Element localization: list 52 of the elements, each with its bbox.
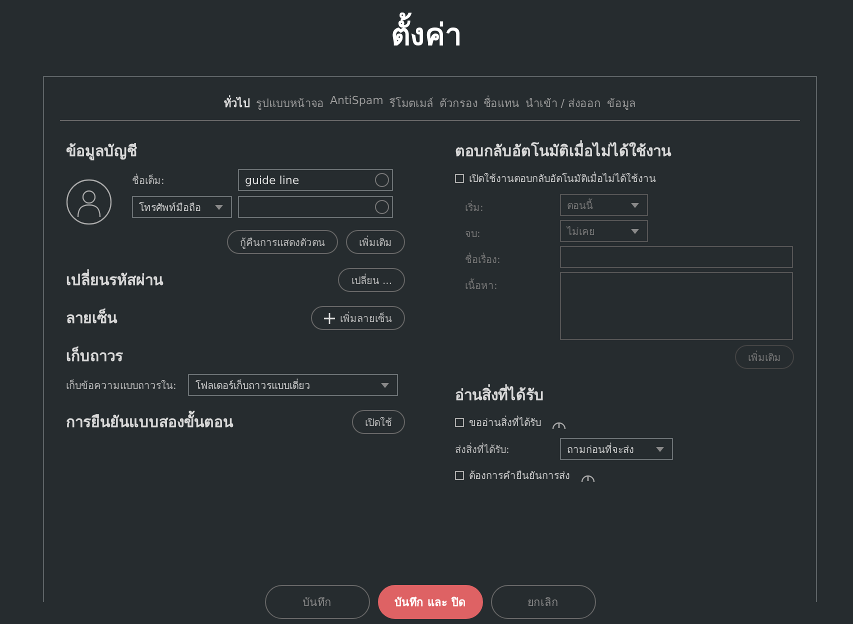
pill-button[interactable]: กู้คืนการแสดงตัวตน (227, 230, 338, 254)
checkbox-label: ต้องการคำยืนยันการส่ง (469, 470, 570, 483)
more-icon[interactable] (375, 200, 389, 214)
checkbox[interactable] (455, 471, 464, 480)
field-label: จบ: (464, 228, 482, 241)
caret-icon (631, 228, 639, 234)
caret-icon (631, 202, 639, 208)
save-close-button[interactable]: บันทึก และ ปิด (378, 585, 482, 619)
tab[interactable]: รีโมตเมล์ (389, 94, 434, 112)
tab[interactable]: ตัวกรอง (439, 94, 478, 112)
more-icon[interactable] (375, 173, 389, 187)
field-label: เริ่ม: (455, 194, 560, 215)
dialog-title: ตั้งค่า (0, 0, 853, 64)
pill-button[interactable]: เพิ่มเติม (735, 345, 794, 369)
checkbox-label: ขออ่านสิ่งที่ได้รับ (469, 415, 541, 430)
checkbox[interactable] (455, 418, 464, 427)
pill-button[interactable]: เปิดใช้ (352, 410, 405, 434)
tab[interactable]: รูปแบบหน้าจอ (256, 94, 324, 112)
tab[interactable]: AntiSpam (330, 94, 384, 112)
checkbox[interactable] (455, 174, 464, 183)
caret-icon (381, 382, 390, 388)
section-heading: ตอบกลับอัตโนมัติเมื่อไม่ได้ใช้งาน (455, 139, 672, 162)
tab[interactable]: ข้อมูล (607, 94, 636, 112)
pill-button[interactable]: เปลี่ยน ... (338, 268, 405, 292)
pill-button[interactable]: เพิ่มเติม (346, 230, 405, 254)
section-heading: เปลี่ยนรหัสผ่าน (66, 268, 163, 291)
tab[interactable]: ทั่วไป (224, 94, 250, 112)
tab[interactable]: ชื่อแทน (483, 94, 520, 112)
field-label: เนื้อหา: (455, 272, 560, 293)
plus-icon (324, 312, 335, 324)
checkbox-label: เปิดใช้งานตอบกลับอัตโนมัติเมื่อไม่ได้ใช้งาน (469, 171, 656, 186)
tab[interactable]: นำเข้า / ส่งออก (525, 94, 601, 112)
section-heading: การยืนยันแบบสองขั้นตอน (66, 410, 233, 434)
field-label: เก็บข้อความแบบถาวรใน: (66, 378, 176, 392)
field-label: ส่งสิ่งที่ได้รับ: (455, 442, 510, 456)
field-label: ชื่อเรื่อง: (455, 246, 560, 267)
section-heading: ลายเซ็น (66, 308, 117, 329)
pill-button[interactable]: เพิ่มลายเซ็น (311, 306, 405, 330)
section-heading: ข้อมูลบัญชี (66, 141, 138, 162)
section-heading: เก็บถาวร (66, 346, 124, 367)
text-field[interactable]: guide line (238, 169, 393, 191)
caret-icon (215, 204, 223, 210)
avatar-icon (66, 179, 112, 225)
caret-icon (656, 446, 664, 452)
section-heading: อ่านสิ่งที่ได้รับ (455, 383, 545, 406)
field-label: ชื่อเต็ม: (132, 172, 166, 188)
text-field[interactable] (238, 196, 393, 218)
archive-dropdown[interactable]: โฟลเดอร์เก็บถาวรแบบเดี่ยว (188, 374, 398, 396)
footer-button[interactable]: ยกเลิก (490, 585, 596, 619)
dropdown[interactable]: ถามก่อนที่จะส่ง (560, 438, 673, 460)
footer-button[interactable]: บันทึก (264, 585, 370, 619)
phone-type-dropdown[interactable]: โทรศัพท์มือถือ (132, 196, 232, 218)
